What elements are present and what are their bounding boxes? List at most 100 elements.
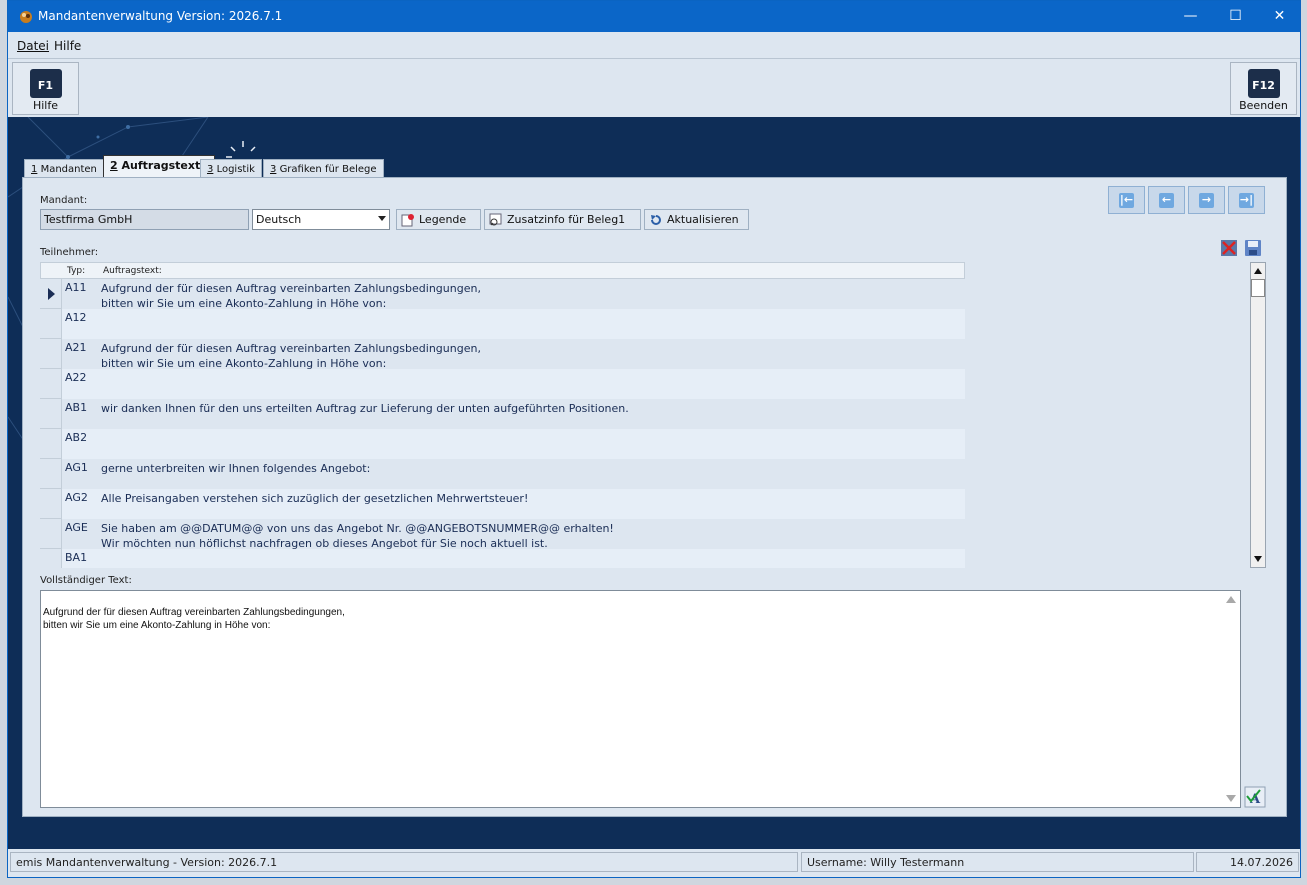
legend-button[interactable]: Legende bbox=[396, 209, 481, 230]
row-typ: AB2 bbox=[62, 429, 97, 459]
tab-auftragstexte-number: 2 bbox=[110, 159, 118, 172]
tab-logistik-label: Logistik bbox=[216, 164, 255, 175]
row-typ: AG1 bbox=[65, 461, 88, 474]
spellcheck-icon[interactable]: A bbox=[1244, 786, 1266, 808]
row-text: gerne unterbreiten wir Ihnen folgendes A… bbox=[101, 462, 371, 475]
status-app-version: emis Mandantenverwaltung - Version: 2026… bbox=[10, 852, 798, 872]
table-row[interactable]: AB1 wir danken Ihnen für den uns erteilt… bbox=[40, 399, 965, 429]
workspace: 1 Mandanten 2 Auftragstexte 3 Logistik 3… bbox=[8, 117, 1300, 849]
row-selector[interactable] bbox=[40, 489, 62, 519]
row-typ: A12 bbox=[62, 309, 97, 339]
language-select[interactable]: Deutsch bbox=[252, 209, 390, 230]
zusatzinfo-button-label: Zusatzinfo für Beleg1 bbox=[507, 213, 626, 226]
f12-key-icon: F12 bbox=[1247, 69, 1280, 98]
status-username: Username: Willy Testermann bbox=[801, 852, 1194, 872]
refresh-icon bbox=[651, 215, 661, 225]
tab-mandanten[interactable]: 1 Mandanten bbox=[24, 159, 104, 179]
row-typ: A22 bbox=[62, 369, 97, 399]
scroll-down-icon[interactable] bbox=[1226, 795, 1236, 802]
row-typ: A11 bbox=[65, 281, 87, 294]
fulltext-label: Vollständiger Text: bbox=[40, 575, 132, 586]
table-row[interactable]: A12 bbox=[40, 309, 965, 339]
tab-logistik-number: 3 bbox=[207, 164, 214, 175]
zusatzinfo-icon bbox=[489, 213, 502, 226]
table-row[interactable]: A22 bbox=[40, 369, 965, 399]
table-row[interactable]: BA1 bbox=[40, 549, 965, 568]
next-record-icon: → bbox=[1199, 193, 1214, 208]
row-text bbox=[97, 309, 965, 339]
tab-auftragstexte[interactable]: 2 Auftragstexte bbox=[103, 155, 215, 179]
status-date: 14.07.2026 bbox=[1196, 852, 1299, 872]
last-record-button[interactable]: →| bbox=[1228, 186, 1265, 214]
grid-header: Typ: Auftragstext: bbox=[40, 262, 965, 279]
row-text bbox=[97, 369, 965, 399]
table-row[interactable]: A21 Aufgrund der für diesen Auftrag vere… bbox=[40, 339, 965, 369]
tab-grafiken-label: Grafiken für Belege bbox=[279, 164, 377, 175]
row-text: Alle Preisangaben verstehen sich zuzügli… bbox=[97, 489, 965, 519]
delete-icon[interactable] bbox=[1220, 239, 1238, 257]
table-row[interactable]: A11 Aufgrund der für diesen Auftrag vere… bbox=[40, 279, 965, 309]
row-selector[interactable] bbox=[40, 459, 62, 489]
scroll-down-icon[interactable] bbox=[1251, 551, 1265, 567]
next-record-button[interactable]: → bbox=[1188, 186, 1225, 214]
table-row[interactable]: AB2 bbox=[40, 429, 965, 459]
menu-help[interactable]: Hilfe bbox=[54, 39, 81, 53]
row-selector[interactable] bbox=[40, 339, 62, 369]
app-icon bbox=[20, 11, 32, 23]
scroll-up-icon[interactable] bbox=[1251, 263, 1265, 279]
row-selector[interactable] bbox=[40, 429, 62, 459]
row-typ: AB1 bbox=[65, 401, 88, 414]
row-selector[interactable] bbox=[40, 309, 62, 339]
help-button[interactable]: F1 Hilfe bbox=[12, 62, 79, 115]
refresh-button-label: Aktualisieren bbox=[667, 213, 739, 226]
menu-bar: Datei Hilfe bbox=[8, 32, 1300, 59]
row-selector[interactable] bbox=[40, 369, 62, 399]
table-row[interactable]: AG2 Alle Preisangaben verstehen sich zuz… bbox=[40, 489, 965, 519]
maximize-button[interactable]: ☐ bbox=[1213, 1, 1258, 32]
auftragstexte-panel: Mandant: Testfirma GmbH Deutsch Legende bbox=[22, 177, 1287, 817]
row-selector[interactable] bbox=[40, 399, 62, 429]
row-selector[interactable] bbox=[40, 549, 62, 568]
row-selector[interactable] bbox=[40, 279, 62, 309]
exit-button-label: Beenden bbox=[1239, 99, 1288, 112]
tab-grafiken-number: 3 bbox=[270, 164, 277, 175]
refresh-button[interactable]: Aktualisieren bbox=[644, 209, 749, 230]
app-window: Mandantenverwaltung Version: 2026.7.1 — … bbox=[7, 0, 1301, 878]
fulltext-area[interactable]: Aufgrund der für diesen Auftrag vereinba… bbox=[40, 590, 1241, 808]
minimize-button[interactable]: — bbox=[1168, 1, 1213, 32]
last-record-icon: →| bbox=[1239, 193, 1254, 208]
chevron-down-icon bbox=[378, 216, 386, 221]
scroll-up-icon[interactable] bbox=[1226, 596, 1236, 603]
tab-grafiken[interactable]: 3 Grafiken für Belege bbox=[263, 159, 384, 179]
zusatzinfo-button[interactable]: Zusatzinfo für Beleg1 bbox=[484, 209, 641, 230]
legend-icon bbox=[401, 214, 414, 227]
previous-record-icon: ← bbox=[1159, 193, 1174, 208]
tab-logistik[interactable]: 3 Logistik bbox=[200, 159, 262, 179]
menu-file[interactable]: Datei bbox=[17, 39, 49, 53]
tab-mandanten-label: Mandanten bbox=[40, 164, 97, 175]
tab-mandanten-number: 1 bbox=[31, 164, 38, 175]
close-button[interactable]: ✕ bbox=[1257, 1, 1302, 32]
table-row[interactable]: AGE Sie haben am @@DATUM@@ von uns das A… bbox=[40, 519, 965, 549]
row-text: Aufgrund der für diesen Auftrag vereinba… bbox=[101, 282, 481, 309]
grid-header-typ: Typ: bbox=[67, 266, 86, 276]
mandant-field[interactable]: Testfirma GmbH bbox=[40, 209, 249, 230]
save-icon[interactable] bbox=[1244, 239, 1262, 257]
grid-scrollbar[interactable] bbox=[1250, 262, 1266, 568]
first-record-button[interactable]: |← bbox=[1108, 186, 1145, 214]
row-text: Sie haben am @@DATUM@@ von uns das Angeb… bbox=[101, 522, 614, 549]
previous-record-button[interactable]: ← bbox=[1148, 186, 1185, 214]
exit-button[interactable]: F12 Beenden bbox=[1230, 62, 1297, 115]
row-typ: BA1 bbox=[62, 549, 97, 568]
scroll-thumb[interactable] bbox=[1251, 279, 1265, 297]
current-row-icon bbox=[48, 288, 55, 300]
participants-label: Teilnehmer: bbox=[40, 247, 99, 258]
table-row[interactable]: AG1 gerne unterbreiten wir Ihnen folgend… bbox=[40, 459, 965, 489]
window-title: Mandantenverwaltung Version: 2026.7.1 bbox=[38, 9, 283, 23]
row-selector[interactable] bbox=[40, 519, 62, 549]
tab-auftragstexte-label: Auftragstexte bbox=[121, 159, 208, 172]
row-typ: AGE bbox=[65, 521, 88, 534]
legend-button-label: Legende bbox=[419, 213, 467, 226]
toolbar: F1 Hilfe F12 Beenden bbox=[8, 59, 1300, 117]
row-text: wir danken Ihnen für den uns erteilten A… bbox=[101, 402, 629, 415]
